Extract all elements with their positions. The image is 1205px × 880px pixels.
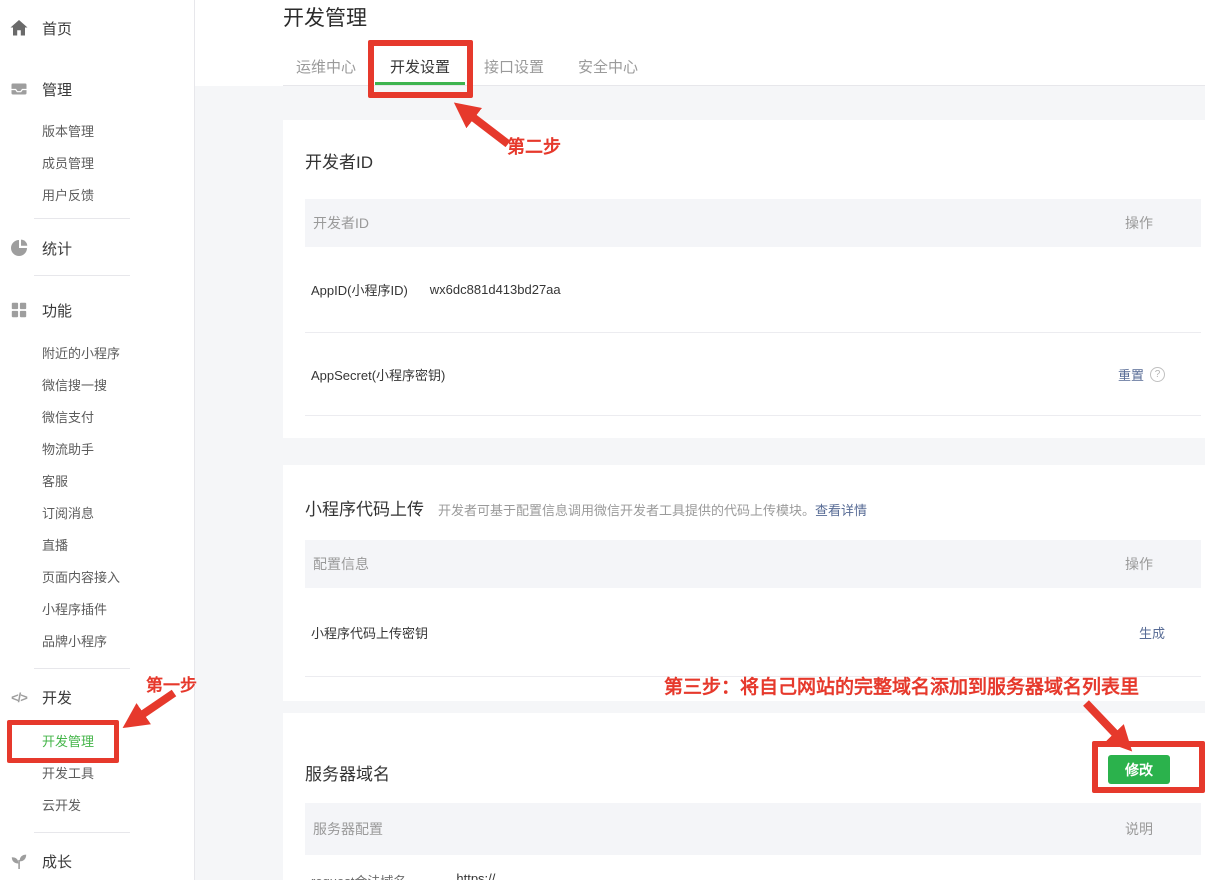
modify-button[interactable]: 修改 xyxy=(1108,755,1170,784)
sidebar-item-label: 首页 xyxy=(42,18,72,39)
reset-link[interactable]: 重置 xyxy=(1118,365,1144,384)
sidebar-item-home[interactable]: 首页 xyxy=(0,12,194,44)
divider xyxy=(34,832,130,833)
divider xyxy=(34,218,130,219)
table-row-upload-key: 小程序代码上传密钥 生成 xyxy=(283,588,1205,676)
table-header-right: 操作 xyxy=(1125,554,1153,574)
table-header-right: 操作 xyxy=(1125,213,1153,233)
table-row-request-domain: request合法域名 https:// xyxy=(283,855,1205,880)
section-description: 开发者可基于配置信息调用微信开发者工具提供的代码上传模块。 xyxy=(438,500,815,519)
developer-id-card: 开发者ID 开发者ID 操作 AppID(小程序ID) wx6dc881d413… xyxy=(283,120,1205,438)
sidebar-item-wechat-pay[interactable]: 微信支付 xyxy=(42,402,194,434)
divider xyxy=(283,85,1205,86)
page-title: 开发管理 xyxy=(283,2,367,32)
main-area: 开发管理 运维中心 开发设置 接口设置 安全中心 开发者ID 开发者ID 操作 … xyxy=(195,0,1205,880)
home-icon xyxy=(8,18,30,38)
sidebar-item-page-content[interactable]: 页面内容接入 xyxy=(42,562,194,594)
sidebar-item-nearby-miniprogram[interactable]: 附近的小程序 xyxy=(42,338,194,370)
sidebar-item-dev-tools[interactable]: 开发工具 xyxy=(42,758,194,790)
table-header: 配置信息 操作 xyxy=(305,540,1201,588)
tab-security-center[interactable]: 安全中心 xyxy=(563,52,653,86)
sidebar-item-member-management[interactable]: 成员管理 xyxy=(42,148,194,180)
tab-bar: 运维中心 开发设置 接口设置 安全中心 xyxy=(281,52,657,86)
sidebar-item-label: 成长 xyxy=(42,851,72,872)
sidebar-item-stats[interactable]: 统计 xyxy=(0,232,194,264)
help-icon[interactable]: ? xyxy=(1150,367,1165,382)
sidebar-item-label: 开发 xyxy=(42,687,72,708)
sidebar-item-cloud-dev[interactable]: 云开发 xyxy=(42,790,194,822)
view-details-link[interactable]: 查看详情 xyxy=(815,500,867,519)
sidebar-item-miniprogram-plugin[interactable]: 小程序插件 xyxy=(42,594,194,626)
sidebar-item-wechat-search[interactable]: 微信搜一搜 xyxy=(42,370,194,402)
divider xyxy=(305,415,1201,416)
sidebar-item-customer-service[interactable]: 客服 xyxy=(42,466,194,498)
section-title: 开发者ID xyxy=(305,120,1205,173)
code-icon: </> xyxy=(8,687,30,707)
sidebar-item-features[interactable]: 功能 xyxy=(0,294,194,326)
grid-icon xyxy=(8,300,30,320)
sidebar-item-label: 管理 xyxy=(42,79,72,100)
sidebar: 首页 管理 版本管理 成员管理 用户反馈 统计 功能 附近的小程序 微信搜一搜 … xyxy=(0,0,195,880)
sidebar-item-dev[interactable]: </> 开发 xyxy=(0,681,194,713)
request-domain-label: request合法域名 xyxy=(311,871,406,880)
inbox-icon xyxy=(8,79,30,99)
divider xyxy=(34,668,130,669)
sidebar-item-manage[interactable]: 管理 xyxy=(0,73,194,105)
generate-link[interactable]: 生成 xyxy=(1139,623,1165,642)
tab-api-settings[interactable]: 接口设置 xyxy=(469,52,559,86)
sidebar-item-version-management[interactable]: 版本管理 xyxy=(42,116,194,148)
code-upload-card: 小程序代码上传 开发者可基于配置信息调用微信开发者工具提供的代码上传模块。 查看… xyxy=(283,465,1205,701)
sidebar-item-growth[interactable]: 成长 xyxy=(0,845,194,877)
table-row-appsecret: AppSecret(小程序密钥) 重置 ? xyxy=(283,333,1205,415)
appid-label: AppID(小程序ID) xyxy=(311,280,408,299)
table-header-left: 开发者ID xyxy=(313,213,369,233)
table-header-right: 说明 xyxy=(1125,819,1153,839)
sidebar-item-user-feedback[interactable]: 用户反馈 xyxy=(42,180,194,212)
divider xyxy=(34,275,130,276)
sidebar-item-dev-management[interactable]: 开发管理 xyxy=(42,726,194,758)
sidebar-item-label: 统计 xyxy=(42,238,72,259)
sidebar-item-brand-miniprogram[interactable]: 品牌小程序 xyxy=(42,626,194,658)
tab-operations-center[interactable]: 运维中心 xyxy=(281,52,371,86)
tab-dev-settings[interactable]: 开发设置 xyxy=(375,52,465,86)
sprout-icon xyxy=(8,851,30,871)
appsecret-label: AppSecret(小程序密钥) xyxy=(311,365,445,384)
table-header: 服务器配置 说明 xyxy=(305,803,1201,855)
table-header-left: 配置信息 xyxy=(313,554,369,574)
upload-key-label: 小程序代码上传密钥 xyxy=(311,623,428,642)
section-title: 小程序代码上传 xyxy=(305,495,424,520)
sidebar-item-logistics[interactable]: 物流助手 xyxy=(42,434,194,466)
main-header: 开发管理 运维中心 开发设置 接口设置 安全中心 xyxy=(195,0,1205,86)
section-title: 服务器域名 xyxy=(305,713,1205,785)
sidebar-item-subscribe-message[interactable]: 订阅消息 xyxy=(42,498,194,530)
table-row-appid: AppID(小程序ID) wx6dc881d413bd27aa xyxy=(283,247,1205,332)
request-domain-value: https:// xyxy=(456,871,495,880)
table-header-left: 服务器配置 xyxy=(313,819,383,839)
table-header: 开发者ID 操作 xyxy=(305,199,1201,247)
sidebar-item-live[interactable]: 直播 xyxy=(42,530,194,562)
divider xyxy=(305,676,1201,677)
sidebar-item-label: 功能 xyxy=(42,300,72,321)
pie-chart-icon xyxy=(8,238,30,258)
server-domain-card: 服务器域名 修改 服务器配置 说明 request合法域名 https:// xyxy=(283,713,1205,880)
appid-value: wx6dc881d413bd27aa xyxy=(430,282,561,297)
